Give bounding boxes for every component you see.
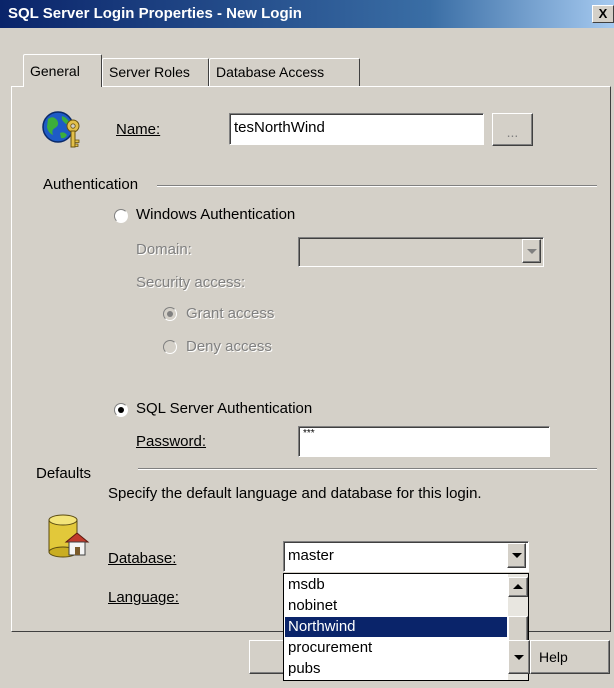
login-properties-dialog: SQL Server Login Properties - New Login … (0, 0, 614, 688)
name-input[interactable]: tesNorthWind (229, 113, 484, 145)
database-select[interactable]: master (283, 541, 529, 572)
list-item[interactable]: nobinet (285, 596, 507, 616)
password-label: Password: (136, 433, 206, 450)
domain-select[interactable] (298, 237, 544, 267)
dropdown-down-button[interactable] (508, 640, 530, 674)
list-item-selected[interactable]: Northwind (285, 617, 507, 637)
window-title: SQL Server Login Properties - New Login (8, 5, 302, 22)
sql-auth-label[interactable]: SQL Server Authentication (136, 400, 312, 417)
tab-server-roles[interactable]: Server Roles (102, 58, 209, 86)
windows-auth-label[interactable]: Windows Authentication (136, 206, 295, 223)
language-label-text: Language: (108, 589, 179, 606)
database-label-text: Database: (108, 550, 177, 567)
deny-access-radio[interactable] (163, 340, 177, 354)
tab-database-access[interactable]: Database Access (209, 58, 360, 86)
password-label-text: Password: (136, 433, 207, 450)
radio-dot (118, 407, 124, 413)
database-dropdown-button[interactable] (507, 543, 526, 568)
radio-dot (167, 311, 173, 317)
domain-label: Domain: (136, 241, 192, 258)
grant-access-label[interactable]: Grant access (186, 305, 274, 322)
authentication-group-label: Authentication (43, 176, 139, 193)
browse-button[interactable]: ... (492, 113, 533, 146)
sql-auth-radio[interactable] (114, 403, 128, 417)
authentication-divider (157, 185, 597, 187)
help-button[interactable]: Help (530, 640, 610, 674)
defaults-description: Specify the default language and databas… (108, 485, 482, 502)
list-item[interactable]: procurement (285, 638, 507, 658)
close-icon: X (598, 6, 608, 21)
defaults-divider (138, 468, 597, 470)
password-input[interactable]: *** (298, 426, 550, 457)
list-item[interactable]: pubs (285, 659, 507, 679)
language-label: Language: (108, 589, 179, 606)
list-item[interactable]: msdb (285, 575, 507, 595)
chevron-down-icon (527, 249, 537, 254)
chevron-down-icon (512, 553, 522, 558)
database-home-icon (48, 514, 90, 558)
database-select-value: master (288, 547, 334, 564)
close-button[interactable]: X (592, 5, 614, 23)
security-access-label: Security access: (136, 274, 246, 291)
name-label-text: Name: (116, 121, 161, 138)
title-bar[interactable]: SQL Server Login Properties - New Login … (0, 0, 614, 28)
deny-access-label[interactable]: Deny access (186, 338, 272, 355)
domain-dropdown-button[interactable] (522, 239, 541, 263)
database-dropdown-list[interactable]: msdb nobinet Northwind procurement pubs (283, 573, 529, 681)
scroll-up-button[interactable] (508, 577, 528, 597)
windows-auth-radio[interactable] (114, 209, 128, 223)
chevron-down-icon (514, 655, 524, 660)
name-label: Name: (116, 121, 160, 138)
globe-key-icon (42, 111, 80, 148)
tab-general[interactable]: General (23, 54, 102, 87)
arrow-up-icon (513, 584, 523, 589)
defaults-group-label: Defaults (36, 465, 92, 482)
grant-access-radio[interactable] (163, 307, 177, 321)
database-label: Database: (108, 550, 176, 567)
